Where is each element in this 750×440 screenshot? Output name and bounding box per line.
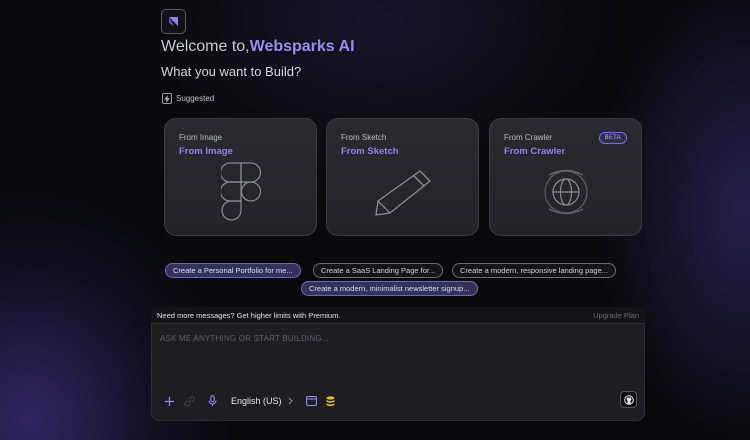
prompt-chip[interactable]: Create a modern, minimalist newsletter s… <box>301 281 478 296</box>
window-icon[interactable] <box>304 394 318 408</box>
upgrade-plan-link[interactable]: Upgrade Plan <box>593 311 639 320</box>
welcome-prefix: Welcome to, <box>161 38 250 55</box>
microphone-icon[interactable] <box>205 394 219 408</box>
card-title: From Image <box>179 146 233 157</box>
logo-icon <box>169 17 178 26</box>
github-icon <box>623 394 634 405</box>
chevron-right-icon[interactable] <box>285 394 295 408</box>
card-title: From Crawler <box>504 146 566 157</box>
link-icon[interactable] <box>182 394 196 408</box>
language-label: English (US) <box>231 396 282 406</box>
prompt-composer[interactable]: ASK ME ANYTHING OR START BUILDING... Eng… <box>151 323 645 421</box>
globe-icon <box>490 161 641 223</box>
page-title: Welcome to,Websparks AI <box>161 38 355 56</box>
brand-name: Websparks AI <box>249 38 355 55</box>
lightning-icon <box>162 93 172 104</box>
premium-banner: Need more messages? Get higher limits wi… <box>151 307 645 323</box>
app-logo[interactable] <box>161 9 186 34</box>
card-from-image[interactable]: From Image From Image <box>164 118 317 236</box>
prompt-input[interactable]: ASK ME ANYTHING OR START BUILDING... <box>160 334 329 343</box>
database-icon[interactable] <box>323 394 337 408</box>
premium-message: Need more messages? Get higher limits wi… <box>157 311 341 320</box>
prompt-chip[interactable]: Create a Personal Portfolio for me... <box>165 263 301 278</box>
card-from-crawler[interactable]: From Crawler From Crawler BETA <box>489 118 642 236</box>
suggested-heading: Suggested <box>162 93 214 104</box>
language-selector[interactable]: English (US) <box>231 396 282 406</box>
prompt-chip[interactable]: Create a modern, responsive landing page… <box>452 263 617 278</box>
card-caption: From Sketch <box>341 133 387 142</box>
github-button[interactable] <box>620 391 637 408</box>
add-icon[interactable] <box>162 394 176 408</box>
card-caption: From Image <box>179 133 223 142</box>
card-from-sketch[interactable]: From Sketch From Sketch <box>326 118 479 236</box>
card-caption: From Crawler <box>504 133 553 142</box>
suggested-label: Suggested <box>176 94 215 103</box>
page-subtitle: What you want to Build? <box>161 64 302 79</box>
figma-icon <box>165 161 316 223</box>
card-title: From Sketch <box>341 146 399 157</box>
pencil-icon <box>327 161 478 223</box>
prompt-chip[interactable]: Create a SaaS Landing Page for... <box>313 263 444 278</box>
beta-badge: BETA <box>598 132 627 144</box>
